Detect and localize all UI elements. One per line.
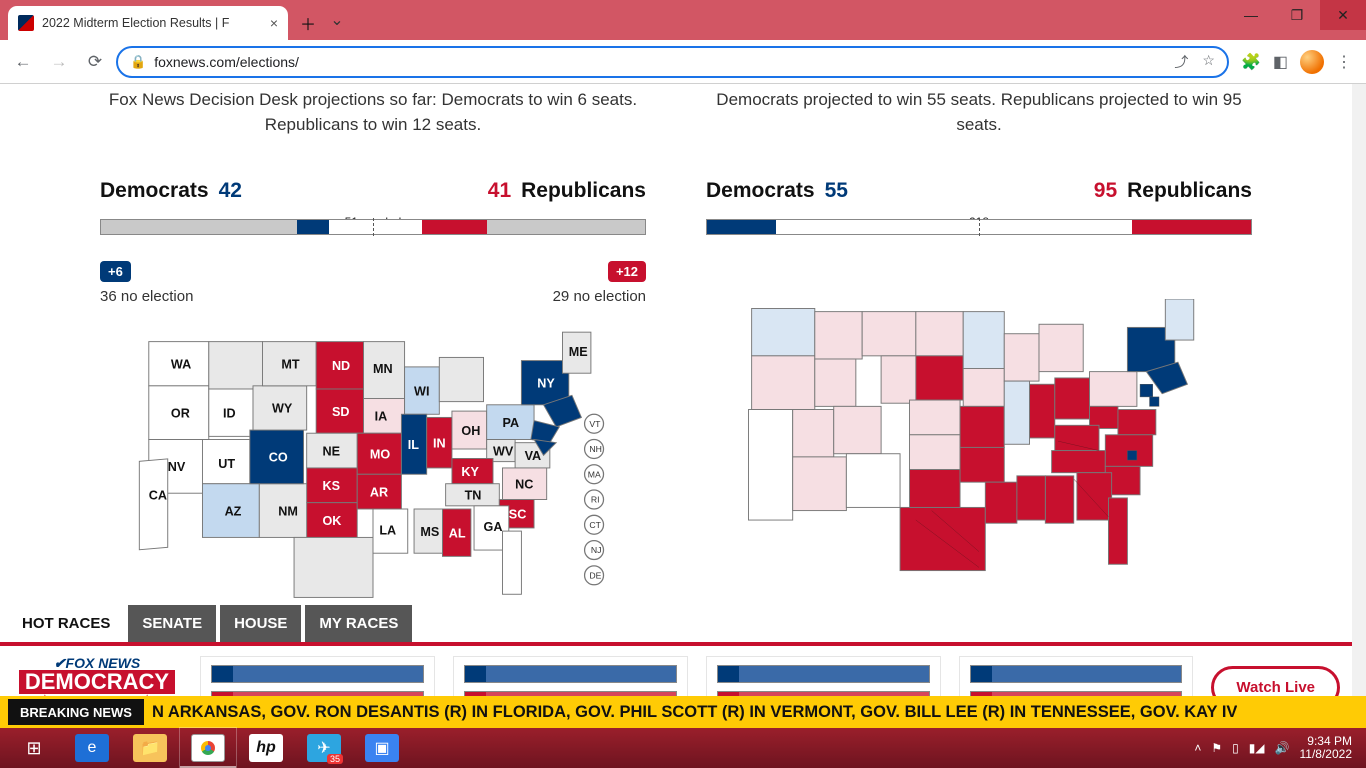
address-bar[interactable]: 🔒 foxnews.com/elections/ ⤴ ☆ bbox=[116, 46, 1229, 78]
favicon-icon bbox=[18, 15, 34, 31]
senate-dem-count: 42 bbox=[219, 179, 242, 202]
window-maximize-button[interactable]: ❐ bbox=[1274, 0, 1320, 30]
house-dem-count: 55 bbox=[825, 179, 848, 202]
browser-tab-strip: 2022 Midterm Election Results | F × ＋ ⌄ … bbox=[0, 0, 1366, 40]
taskbar-hp[interactable]: hp bbox=[238, 728, 294, 768]
house-rep-count: 95 bbox=[1094, 179, 1117, 202]
svg-text:DE: DE bbox=[589, 571, 601, 581]
extensions-icon[interactable]: 🧩 bbox=[1241, 52, 1261, 72]
svg-text:RI: RI bbox=[591, 495, 600, 505]
senate-dem-noelection: 36 no election bbox=[100, 288, 193, 305]
brand-mid: DEMOCRACY bbox=[19, 670, 175, 694]
window-minimize-button[interactable]: — bbox=[1228, 0, 1274, 30]
senate-rep-gain-badge: +12 bbox=[608, 261, 646, 282]
profile-avatar[interactable] bbox=[1300, 50, 1324, 74]
taskbar-explorer[interactable]: 📁 bbox=[122, 728, 178, 768]
bookmark-star-icon[interactable]: ☆ bbox=[1202, 52, 1215, 72]
svg-text:CT: CT bbox=[589, 520, 601, 530]
tabs-overflow-icon[interactable]: ⌄ bbox=[322, 10, 352, 30]
house-balance-bar bbox=[706, 219, 1252, 235]
browser-tab-active[interactable]: 2022 Midterm Election Results | F × bbox=[8, 6, 288, 40]
taskbar-telegram[interactable]: ✈35 bbox=[296, 728, 352, 768]
nav-forward-button[interactable]: → bbox=[44, 47, 74, 77]
house-map[interactable] bbox=[706, 299, 1252, 599]
system-tray[interactable]: ˄ ⚑ ▯ ▮◢ 🔊 9:34 PM 11/8/2022 bbox=[1194, 735, 1360, 761]
brand-top: ✔FOX NEWS bbox=[12, 656, 182, 670]
window-close-button[interactable]: ✕ bbox=[1320, 0, 1366, 30]
side-panel-icon[interactable]: ◧ bbox=[1273, 52, 1288, 72]
tab-my-races[interactable]: MY RACES bbox=[305, 605, 412, 642]
tray-chevron-up-icon[interactable]: ˄ bbox=[1194, 741, 1201, 755]
race-tabs: HOT RACES SENATE HOUSE MY RACES bbox=[0, 605, 420, 642]
svg-text:NH: NH bbox=[589, 444, 602, 454]
lock-icon: 🔒 bbox=[130, 54, 146, 70]
start-button[interactable]: ⊞ bbox=[6, 728, 62, 768]
taskbar-zoom[interactable]: ▣ bbox=[354, 728, 410, 768]
senate-balance-bar bbox=[100, 219, 646, 235]
tab-hot-races[interactable]: HOT RACES bbox=[8, 605, 124, 642]
senate-dem-label: Democrats bbox=[100, 179, 209, 202]
tab-house[interactable]: HOUSE bbox=[220, 605, 301, 642]
windows-taskbar: ⊞ e 📁 hp ✈35 ▣ ˄ ⚑ ▯ ▮◢ 🔊 9:34 PM 11/8/2… bbox=[0, 728, 1366, 768]
house-column: Democrats projected to win 55 seats. Rep… bbox=[706, 88, 1252, 629]
tab-title: 2022 Midterm Election Results | F bbox=[42, 16, 229, 30]
senate-dem-gain-badge: +6 bbox=[100, 261, 131, 282]
nav-reload-button[interactable]: ⟳ bbox=[80, 47, 110, 77]
tab-senate[interactable]: SENATE bbox=[128, 605, 216, 642]
house-projection-text: Democrats projected to win 55 seats. Rep… bbox=[706, 88, 1252, 139]
senate-projection-text: Fox News Decision Desk projections so fa… bbox=[100, 88, 646, 139]
scrollbar-thumb[interactable] bbox=[1352, 84, 1366, 204]
browser-toolbar: ← → ⟳ 🔒 foxnews.com/elections/ ⤴ ☆ 🧩 ◧ ⋮ bbox=[0, 40, 1366, 84]
taskbar-chrome[interactable] bbox=[180, 728, 236, 768]
house-bar-header: Democrats 55 95 Republicans bbox=[706, 179, 1252, 203]
breaking-ticker: BREAKING NEWS N ARKANSAS, GOV. RON DESAN… bbox=[0, 696, 1366, 728]
svg-text:MA: MA bbox=[588, 470, 601, 480]
breaking-label: BREAKING NEWS bbox=[8, 699, 144, 725]
new-tab-button[interactable]: ＋ bbox=[294, 9, 322, 37]
tray-flag-icon[interactable]: ⚑ bbox=[1211, 741, 1222, 755]
senate-rep-count: 41 bbox=[488, 179, 511, 202]
senate-rep-noelection: 29 no election bbox=[553, 288, 646, 305]
tray-volume-icon[interactable]: 🔊 bbox=[1275, 741, 1290, 755]
house-rep-label: Republicans bbox=[1127, 179, 1252, 202]
window-controls: — ❐ ✕ bbox=[1228, 0, 1366, 30]
tray-network-icon[interactable]: ▮◢ bbox=[1249, 741, 1265, 755]
share-icon[interactable]: ⤴ bbox=[1174, 52, 1188, 72]
senate-map[interactable]: WA OR ID NV CA UT AZ NM CO WY MT ND SD N… bbox=[100, 329, 646, 629]
page-content: Fox News Decision Desk projections so fa… bbox=[0, 84, 1366, 728]
svg-text:VT: VT bbox=[589, 419, 601, 429]
url-text: foxnews.com/elections/ bbox=[154, 54, 299, 70]
chrome-menu-icon[interactable]: ⋮ bbox=[1336, 52, 1352, 72]
nav-back-button[interactable]: ← bbox=[8, 47, 38, 77]
senate-bar-header: Democrats 42 41 Republicans bbox=[100, 179, 646, 203]
house-dem-label: Democrats bbox=[706, 179, 815, 202]
senate-column: Fox News Decision Desk projections so fa… bbox=[100, 88, 646, 629]
tray-clock[interactable]: 9:34 PM 11/8/2022 bbox=[1300, 735, 1353, 761]
svg-text:NJ: NJ bbox=[591, 545, 602, 555]
taskbar-ie[interactable]: e bbox=[64, 728, 120, 768]
tray-battery-icon[interactable]: ▯ bbox=[1232, 741, 1239, 755]
senate-rep-label: Republicans bbox=[521, 179, 646, 202]
close-tab-icon[interactable]: × bbox=[270, 15, 278, 31]
ticker-text: N ARKANSAS, GOV. RON DESANTIS (R) IN FLO… bbox=[152, 703, 1237, 722]
